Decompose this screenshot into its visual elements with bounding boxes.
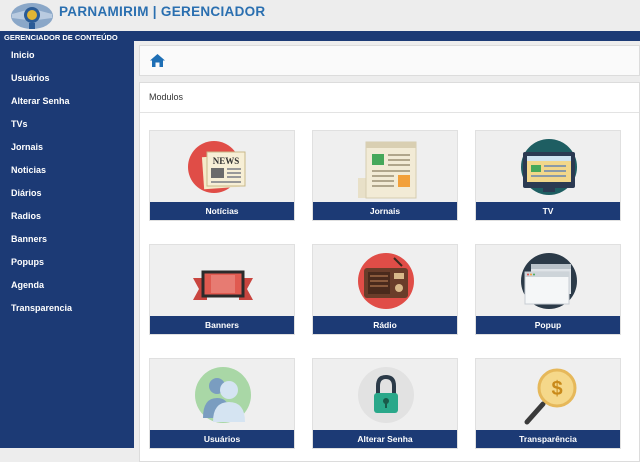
sidebar-item-radios[interactable]: Radios (0, 208, 134, 231)
tv-icon (521, 139, 577, 195)
module-card-usuarios[interactable]: Usuários (149, 358, 295, 449)
newspaper-news-icon: NEWS (188, 141, 246, 193)
module-card-label: Jornais (313, 202, 457, 220)
module-card-label: Banners (150, 316, 294, 334)
module-card-label: Popup (476, 316, 620, 334)
sidebar-item-noticias[interactable]: Noticias (0, 162, 134, 185)
breadcrumb (139, 45, 640, 76)
svg-text:NEWS: NEWS (213, 156, 240, 166)
module-card-label: TV (476, 202, 620, 220)
home-icon[interactable] (150, 54, 165, 67)
sidebar: GERENCIADOR DE CONTEÚDO Inicio Usuários … (0, 31, 134, 448)
sidebar-item-agenda[interactable]: Agenda (0, 277, 134, 300)
module-card-alterar-senha[interactable]: Alterar Senha (312, 358, 458, 449)
module-card-transparencia[interactable]: $ Transparência (475, 358, 621, 449)
users-icon (195, 367, 251, 423)
city-logo-icon (11, 3, 53, 29)
module-card-popup[interactable]: Popup (475, 244, 621, 335)
top-bar: PARNAMIRIM | GERENCIADOR (0, 0, 640, 31)
sidebar-item-alterar-senha[interactable]: Alterar Senha (0, 93, 134, 116)
module-card-label: Transparência (476, 430, 620, 448)
popup-window-icon (521, 253, 577, 309)
sidebar-item-jornais[interactable]: Jornais (0, 139, 134, 162)
sidebar-title: GERENCIADOR DE CONTEÚDO (4, 33, 118, 42)
sidebar-item-tvs[interactable]: TVs (0, 116, 134, 139)
modules-title: Modulos (149, 92, 184, 102)
svg-text:$: $ (551, 378, 562, 400)
journal-icon (358, 141, 417, 199)
module-card-label: Alterar Senha (313, 430, 457, 448)
sidebar-item-transparencia[interactable]: Transparencia (0, 300, 134, 323)
app-title: PARNAMIRIM | GERENCIADOR (59, 4, 266, 19)
banner-icon (193, 270, 253, 300)
money-magnifier-icon: $ (524, 368, 577, 425)
padlock-icon (358, 367, 414, 423)
main-content: Modulos NEWS Notícias Jornais TV Banners… (134, 41, 640, 462)
module-card-noticias[interactable]: NEWS Notícias (149, 130, 295, 221)
module-card-radio[interactable]: Rádio (312, 244, 458, 335)
sidebar-item-banners[interactable]: Banners (0, 231, 134, 254)
module-card-tv[interactable]: TV (475, 130, 621, 221)
module-card-label: Notícias (150, 202, 294, 220)
sidebar-item-popups[interactable]: Popups (0, 254, 134, 277)
sidebar-item-diarios[interactable]: Diários (0, 185, 134, 208)
sidebar-menu: Inicio Usuários Alterar Senha TVs Jornai… (0, 47, 134, 323)
module-card-jornais[interactable]: Jornais (312, 130, 458, 221)
module-card-label: Rádio (313, 316, 457, 334)
radio-icon (358, 253, 414, 309)
panel-divider (140, 112, 639, 113)
sidebar-item-usuarios[interactable]: Usuários (0, 70, 134, 93)
sidebar-item-inicio[interactable]: Inicio (0, 47, 134, 70)
module-card-banners[interactable]: Banners (149, 244, 295, 335)
module-card-label: Usuários (150, 430, 294, 448)
modules-panel: Modulos NEWS Notícias Jornais TV Banners… (139, 82, 640, 462)
